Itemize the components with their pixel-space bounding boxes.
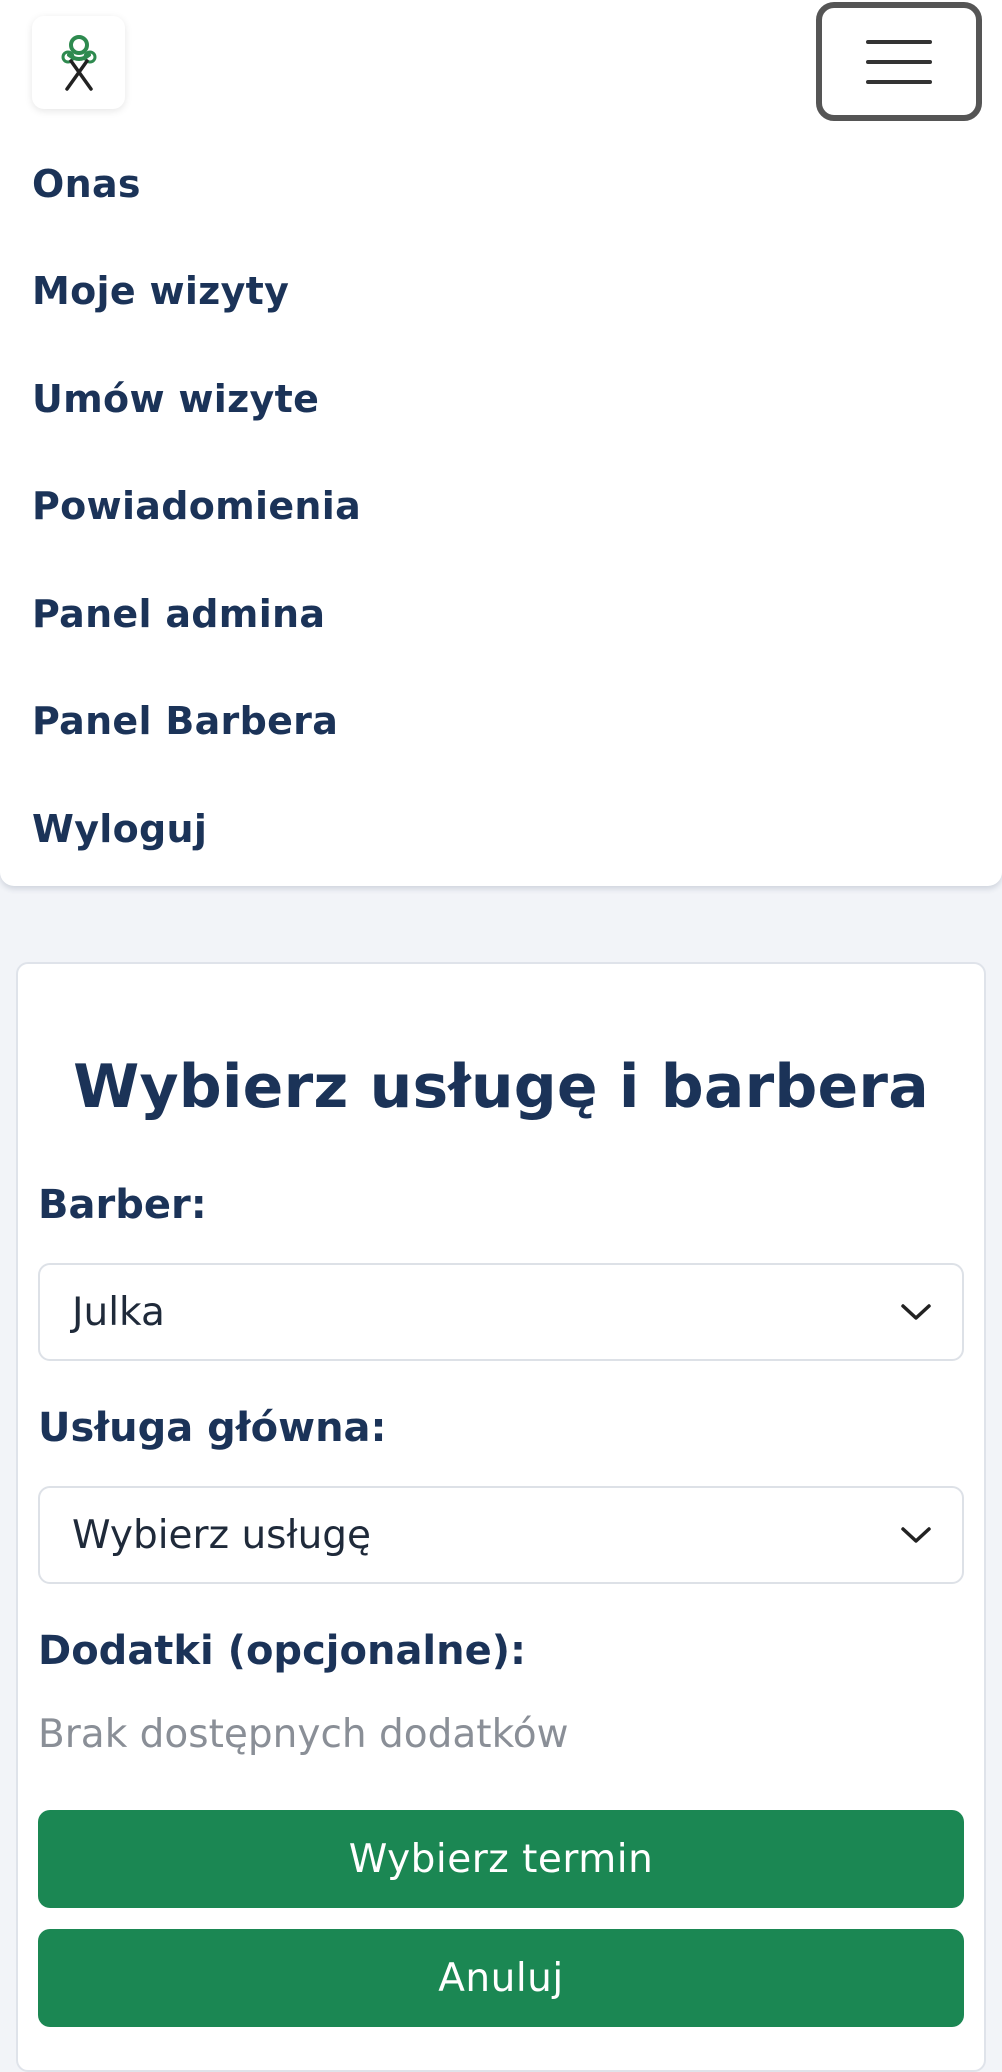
chevron-down-icon: [901, 1304, 931, 1320]
barber-label: Barber:: [38, 1182, 207, 1228]
nav-link-wyloguj[interactable]: Wyloguj: [32, 807, 207, 851]
service-select[interactable]: Wybierz usługę: [38, 1486, 964, 1584]
nav-link-powiadomienia[interactable]: Powiadomienia: [32, 484, 361, 528]
nav-item-umow-wizyte: Umów wizyte: [32, 345, 361, 453]
nav-item-moje-wizyty: Moje wizyty: [32, 238, 361, 346]
cancel-button[interactable]: Anuluj: [38, 1929, 964, 2027]
nav-link-umow-wizyte[interactable]: Umów wizyte: [32, 377, 319, 421]
form-title: Wybierz usługę i barbera: [73, 1052, 929, 1122]
menu-toggle-button[interactable]: [816, 2, 982, 121]
nav-link-moje-wizyty[interactable]: Moje wizyty: [32, 269, 289, 313]
nav-item-powiadomienia: Powiadomienia: [32, 453, 361, 561]
navbar: Onas Moje wizyty Umów wizyte Powiadomien…: [0, 0, 1002, 886]
service-label: Usługa główna:: [38, 1405, 387, 1451]
barber-select-value: Julka: [72, 1289, 165, 1335]
barber-select[interactable]: Julka: [38, 1263, 964, 1361]
nav-link-panel-barbera[interactable]: Panel Barbera: [32, 699, 338, 743]
nav-item-panel-barbera: Panel Barbera: [32, 668, 361, 776]
hamburger-menu-icon: [866, 39, 932, 84]
logo[interactable]: [32, 16, 125, 109]
nav-item-onas: Onas: [32, 130, 361, 238]
chevron-down-icon: [901, 1527, 931, 1543]
nav-link-onas[interactable]: Onas: [32, 162, 141, 206]
nav-link-panel-admina[interactable]: Panel admina: [32, 592, 325, 636]
nav-item-panel-admina: Panel admina: [32, 560, 361, 668]
addons-label: Dodatki (opcjonalne):: [38, 1628, 527, 1674]
barber-scissors-logo-icon: [61, 34, 96, 91]
nav-item-wyloguj: Wyloguj: [32, 775, 361, 883]
nav-menu: Onas Moje wizyty Umów wizyte Powiadomien…: [32, 130, 361, 883]
choose-date-button[interactable]: Wybierz termin: [38, 1810, 964, 1908]
addons-empty-text: Brak dostępnych dodatków: [38, 1712, 569, 1757]
service-select-value: Wybierz usługę: [72, 1512, 372, 1558]
